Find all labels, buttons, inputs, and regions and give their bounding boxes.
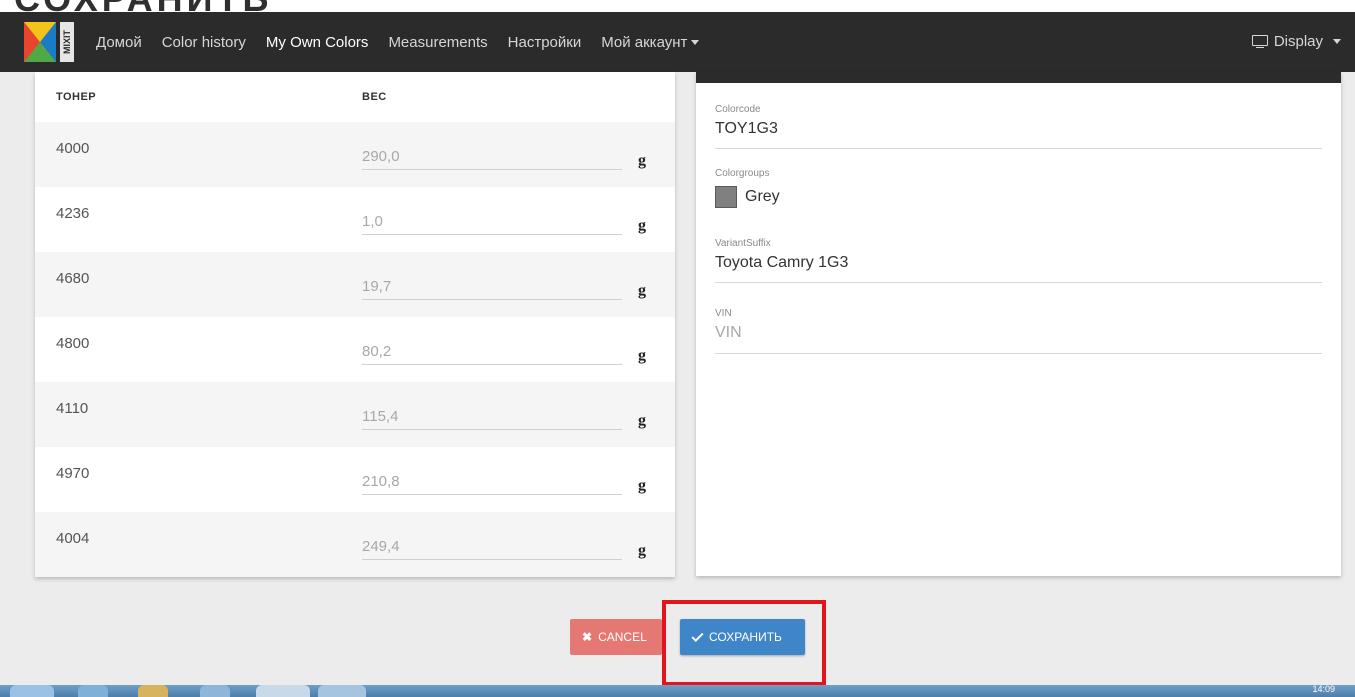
- toner-code: 4236: [56, 205, 90, 222]
- page-title: СОХРАНИТЬ: [14, 0, 272, 12]
- table-row: 4800 80,2 g: [35, 317, 675, 382]
- nav-measurements[interactable]: Measurements: [388, 34, 487, 51]
- clock: 14:09: [1312, 684, 1335, 694]
- display-menu[interactable]: Display: [1251, 33, 1341, 50]
- chevron-down-icon: [1333, 39, 1341, 44]
- column-header-weight: ВЕС: [362, 91, 387, 103]
- cancel-label: CANCEL: [598, 630, 647, 644]
- check-icon: [691, 629, 704, 642]
- nav-settings[interactable]: Настройки: [508, 34, 582, 51]
- table-row: 4970 210,8 g: [35, 447, 675, 512]
- variant-suffix-field[interactable]: VariantSuffix Toyota Camry 1G3: [715, 238, 1322, 283]
- chevron-down-icon: [691, 40, 700, 46]
- card-header-bar: [696, 72, 1341, 83]
- table-row: 4110 115,4 g: [35, 382, 675, 447]
- table-row: 4236 1,0 g: [35, 187, 675, 252]
- toner-code: 4970: [56, 465, 90, 482]
- display-label: Display: [1273, 33, 1323, 50]
- save-button[interactable]: СОХРАНИТЬ: [680, 619, 805, 655]
- weight-input[interactable]: 249,4: [362, 538, 622, 560]
- toner-code: 4800: [56, 335, 90, 352]
- close-icon: ✖: [582, 630, 593, 644]
- table-header: ТОНЕР ВЕС: [35, 72, 675, 122]
- weight-input[interactable]: 115,4: [362, 408, 622, 430]
- table-row: 4000 290,0 g: [35, 122, 675, 187]
- table-row: 4004 249,4 g: [35, 512, 675, 577]
- weight-input[interactable]: 1,0: [362, 213, 622, 235]
- start-button-icon[interactable]: [10, 685, 54, 697]
- weight-input[interactable]: 19,7: [362, 278, 622, 300]
- variant-suffix-label: VariantSuffix: [715, 238, 771, 249]
- colorgroups-label: Colorgroups: [715, 168, 770, 179]
- unit-label: g: [638, 217, 646, 234]
- colorcode-label: Colorcode: [715, 104, 761, 115]
- page-title-strip: СОХРАНИТЬ: [0, 0, 1355, 12]
- weight-input[interactable]: 210,8: [362, 473, 622, 495]
- logo-mark-icon: [24, 22, 56, 62]
- nav-color-history[interactable]: Color history: [162, 34, 246, 51]
- variant-suffix-value: Toyota Camry 1G3: [715, 254, 849, 271]
- paint-icon[interactable]: [318, 685, 366, 697]
- table-row: 4680 19,7 g: [35, 252, 675, 317]
- vin-label: VIN: [715, 308, 732, 319]
- ie-icon[interactable]: [78, 685, 108, 697]
- colorgroups-value: Grey: [745, 188, 780, 206]
- formula-table: ТОНЕР ВЕС 4000 290,0 g 4236 1,0 g 4680 1…: [35, 72, 675, 577]
- unit-label: g: [638, 477, 646, 494]
- colorgroups-field[interactable]: Colorgroups Grey: [715, 168, 1322, 224]
- unit-label: g: [638, 282, 646, 299]
- vin-input[interactable]: VIN: [715, 324, 1322, 342]
- windows-taskbar: 14:09: [0, 684, 1355, 697]
- unit-label: g: [638, 152, 646, 169]
- logo-text: MIXIT: [60, 22, 74, 62]
- chrome-icon[interactable]: [256, 685, 310, 697]
- column-header-toner: ТОНЕР: [56, 91, 97, 103]
- media-icon[interactable]: [200, 685, 230, 697]
- toner-code: 4004: [56, 530, 90, 547]
- monitor-icon: [1251, 34, 1268, 49]
- toner-code: 4110: [56, 400, 89, 417]
- colorcode-field[interactable]: Colorcode TOY1G3: [715, 104, 1322, 149]
- folder-icon[interactable]: [138, 685, 168, 697]
- vin-field[interactable]: VIN VIN: [715, 308, 1322, 354]
- navbar: MIXIT Домой Color history My Own Colors …: [0, 12, 1355, 72]
- nav-home[interactable]: Домой: [96, 34, 142, 51]
- toner-code: 4000: [56, 140, 90, 157]
- mixit-logo[interactable]: MIXIT: [24, 20, 78, 64]
- nav-my-own-colors[interactable]: My Own Colors: [266, 34, 369, 51]
- cancel-button[interactable]: ✖ CANCEL: [570, 619, 662, 655]
- save-label: СОХРАНИТЬ: [709, 630, 782, 644]
- nav-my-account-label: Мой аккаунт: [601, 33, 688, 51]
- weight-input[interactable]: 80,2: [362, 343, 622, 365]
- unit-label: g: [638, 347, 646, 364]
- toner-code: 4680: [56, 270, 90, 287]
- color-details-card: Colorcode TOY1G3 Colorgroups Grey Varian…: [696, 72, 1341, 576]
- unit-label: g: [638, 542, 646, 559]
- nav-my-account[interactable]: Мой аккаунт: [601, 33, 700, 51]
- color-swatch: [715, 186, 737, 208]
- weight-input[interactable]: 290,0: [362, 148, 622, 170]
- unit-label: g: [638, 412, 646, 429]
- colorcode-value: TOY1G3: [715, 120, 778, 137]
